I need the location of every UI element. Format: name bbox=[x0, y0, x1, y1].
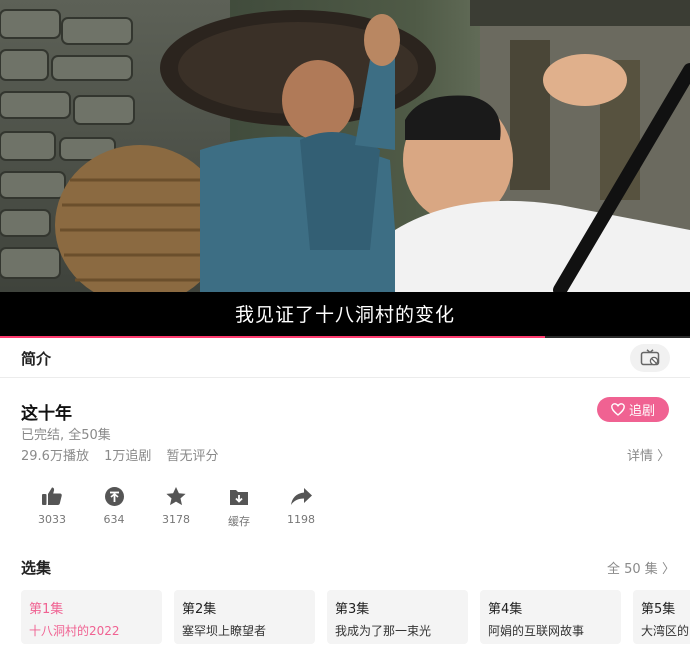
episode-title: 十八洞村的2022 bbox=[29, 624, 120, 638]
download-icon bbox=[230, 489, 248, 505]
like-count: 3033 bbox=[38, 513, 66, 526]
episode-number: 第3集 bbox=[335, 602, 370, 617]
episode-number: 第5集 bbox=[641, 602, 676, 617]
coin-icon bbox=[104, 486, 124, 506]
coin-count: 634 bbox=[103, 513, 125, 526]
episode-title: 大湾区的 bbox=[641, 624, 690, 638]
tv-off-button[interactable] bbox=[630, 344, 670, 372]
intro-tab-bar: 简介 bbox=[0, 338, 690, 378]
all-episodes-link[interactable]: 全 50 集 〉 bbox=[607, 558, 675, 577]
download-label: 缓存 bbox=[228, 515, 250, 528]
favorite-button[interactable]: 3178 bbox=[152, 485, 200, 526]
play-count: 29.6万播放 bbox=[21, 449, 89, 464]
coin-button[interactable]: 634 bbox=[90, 485, 138, 526]
episode-number: 第2集 bbox=[182, 602, 217, 617]
episode-title: 塞罕坝上瞭望者 bbox=[182, 624, 267, 638]
download-button[interactable]: 缓存 bbox=[215, 485, 263, 529]
show-title: 这十年 bbox=[21, 404, 72, 424]
video-subtitle: 我见证了十八洞村的变化 bbox=[234, 304, 455, 326]
episode-card-1[interactable]: 第1集 十八洞村的2022 bbox=[21, 590, 162, 644]
like-button[interactable]: 3033 bbox=[28, 485, 76, 526]
thumbs-up-icon bbox=[42, 487, 62, 505]
rating: 暂无评分 bbox=[166, 449, 219, 464]
show-status: 已完结, 全50集 bbox=[21, 428, 111, 443]
favorite-count: 3178 bbox=[162, 513, 190, 526]
details-link[interactable]: 详情 〉 bbox=[627, 445, 670, 464]
episode-title: 阿娟的互联网故事 bbox=[488, 624, 585, 638]
follow-count: 1万追剧 bbox=[104, 449, 152, 464]
follow-button-label: 追剧 bbox=[628, 404, 655, 419]
episodes-header: 选集 bbox=[21, 559, 52, 577]
follow-button[interactable]: 追剧 bbox=[597, 397, 669, 422]
tv-off-icon bbox=[640, 349, 660, 366]
episode-card-4[interactable]: 第4集 阿娟的互联网故事 bbox=[480, 590, 621, 644]
intro-tab[interactable]: 简介 bbox=[21, 348, 51, 369]
episode-number: 第4集 bbox=[488, 602, 523, 617]
share-button[interactable]: 1198 bbox=[277, 485, 325, 526]
episode-number: 第1集 bbox=[29, 602, 64, 617]
video-player[interactable]: 我见证了十八洞村的变化 bbox=[0, 0, 690, 338]
share-icon bbox=[290, 487, 312, 505]
share-count: 1198 bbox=[287, 513, 315, 526]
episode-card-2[interactable]: 第2集 塞罕坝上瞭望者 bbox=[174, 590, 315, 644]
heart-icon bbox=[611, 403, 625, 416]
episode-card-5[interactable]: 第5集 大湾区的 bbox=[633, 590, 690, 644]
episode-title: 我成为了那一束光 bbox=[335, 624, 432, 638]
episode-card-3[interactable]: 第3集 我成为了那一束光 bbox=[327, 590, 468, 644]
star-icon bbox=[166, 486, 186, 505]
video-frame-image bbox=[0, 0, 690, 305]
show-stats: 29.6万播放 1万追剧 暂无评分 bbox=[21, 445, 230, 464]
